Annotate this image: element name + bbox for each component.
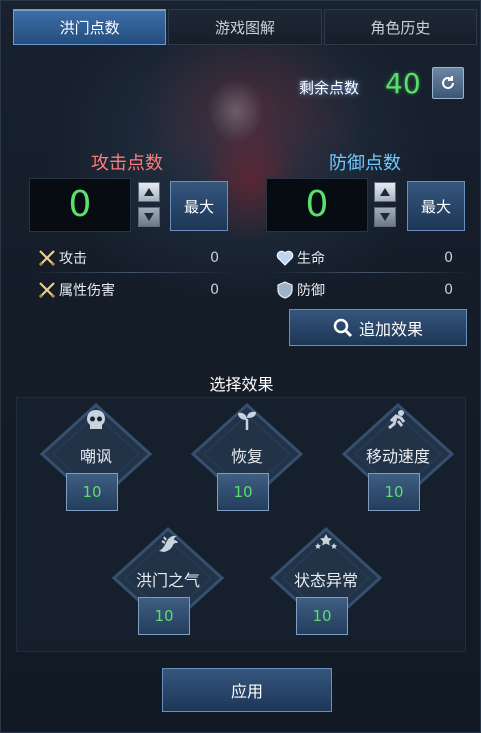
effect-value[interactable]: 10 (66, 473, 118, 511)
effect-recovery[interactable]: 恢复 10 (187, 399, 307, 519)
arrow-up-icon (144, 188, 154, 196)
effect-status-ailment[interactable]: 状态异常 10 (266, 523, 386, 643)
defense-increase-button[interactable] (374, 182, 396, 202)
divider (31, 272, 231, 273)
attack-points-title: 攻击点数 (91, 153, 163, 174)
attack-max-button[interactable]: 最大 (170, 181, 228, 231)
stat-label: 防御 (297, 283, 325, 299)
effect-value[interactable]: 10 (138, 597, 190, 635)
sprout-icon (238, 411, 256, 430)
stat-value: 0 (210, 282, 219, 298)
stars-icon (315, 534, 337, 549)
stat-attack: 攻击 0 (37, 247, 219, 269)
stat-label: 属性伤害 (59, 283, 115, 299)
effect-label: 洪门之气 (135, 571, 200, 590)
effect-movement-speed[interactable]: 移动速度 10 (338, 399, 458, 519)
arrow-down-icon (144, 213, 154, 221)
remaining-points-label: 剩余点数 (299, 79, 360, 97)
attack-increase-button[interactable] (138, 182, 160, 202)
divider (269, 272, 469, 273)
defense-points-title: 防御点数 (329, 153, 401, 174)
crossed-swords-icon (37, 248, 57, 268)
stat-value: 0 (444, 282, 453, 298)
choose-effect-title: 选择效果 (209, 375, 274, 394)
arrow-down-icon (380, 213, 390, 221)
reset-button[interactable] (432, 67, 464, 99)
stat-value: 0 (444, 250, 453, 266)
defense-points-value: 0 (266, 178, 368, 232)
stat-elemental-damage: 属性伤害 0 (37, 279, 219, 301)
skull-icon (87, 410, 105, 429)
stat-health: 生命 0 (275, 247, 455, 269)
effect-label: 嘲讽 (79, 447, 112, 466)
stat-label: 生命 (297, 251, 325, 267)
effect-taunt[interactable]: 嘲讽 10 (36, 399, 156, 519)
defense-decrease-button[interactable] (374, 207, 396, 227)
stat-label: 攻击 (59, 251, 87, 267)
heart-icon (275, 248, 295, 268)
add-effect-label: 追加效果 (358, 319, 423, 339)
effect-value[interactable]: 10 (296, 597, 348, 635)
search-icon (333, 318, 353, 337)
attack-decrease-button[interactable] (138, 207, 160, 227)
effect-label: 移动速度 (365, 447, 430, 466)
add-effect-button[interactable]: 追加效果 (289, 309, 467, 346)
effect-label: 状态异常 (293, 571, 358, 590)
stat-value: 0 (210, 250, 219, 266)
stat-defense: 防御 0 (275, 279, 455, 301)
effect-value[interactable]: 10 (217, 473, 269, 511)
remaining-points-value: 40 (385, 67, 421, 100)
arrow-up-icon (380, 188, 390, 196)
points-panel: 洪门点数 游戏图解 角色历史 剩余点数 40 攻击点数 0 最大 防御点数 0 … (0, 0, 481, 733)
effect-hongmen-qi[interactable]: 洪门之气 10 (108, 523, 228, 643)
shield-icon (275, 280, 295, 300)
tab-game-guide[interactable]: 游戏图解 (168, 9, 322, 45)
crossed-swords-icon (37, 280, 57, 300)
dragon-icon (159, 535, 178, 552)
tab-hongmen-points[interactable]: 洪门点数 (13, 9, 167, 45)
apply-button[interactable]: 应用 (162, 668, 332, 712)
running-icon (388, 410, 406, 430)
effect-value[interactable]: 10 (368, 473, 420, 511)
refresh-icon (442, 76, 454, 89)
effect-label: 恢复 (230, 447, 263, 466)
defense-max-button[interactable]: 最大 (407, 181, 465, 231)
tab-character-history[interactable]: 角色历史 (323, 9, 477, 45)
attack-points-value: 0 (29, 178, 131, 232)
tab-bar: 洪门点数 游戏图解 角色历史 (13, 9, 477, 46)
